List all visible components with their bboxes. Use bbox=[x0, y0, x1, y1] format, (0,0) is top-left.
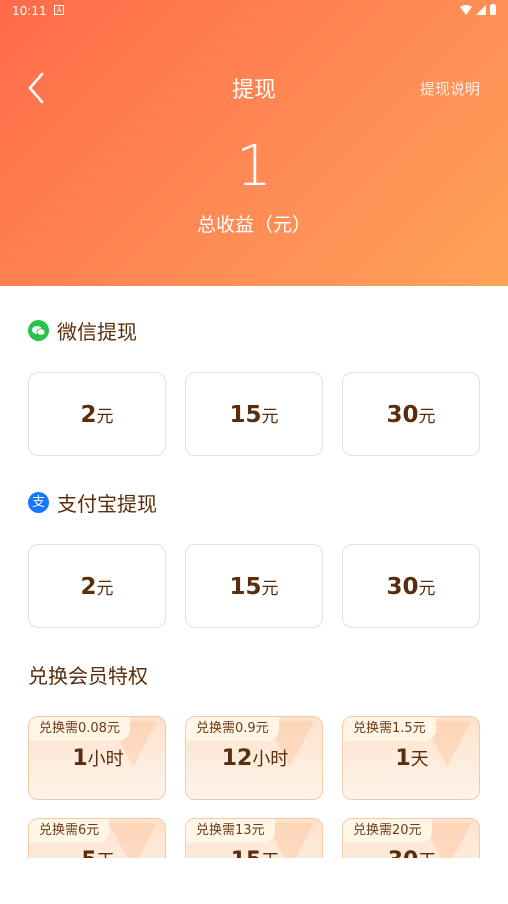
alipay-option-2[interactable]: 15元 bbox=[185, 544, 323, 628]
wechat-option-2[interactable]: 15元 bbox=[185, 372, 323, 456]
unit: 元 bbox=[418, 579, 436, 599]
vip-card-6[interactable]: 兑换需20元 30天 bbox=[342, 818, 480, 858]
vip-duration: 12小时 bbox=[186, 745, 322, 771]
unit: 元 bbox=[96, 407, 114, 427]
vip-card-3[interactable]: 兑换需1.5元 1天 bbox=[342, 716, 480, 800]
vip-card-4[interactable]: 兑换需6元 5天 bbox=[28, 818, 166, 858]
page: 10:11 A 提现 提现说明 1 总收益（元） 微信提现 2元 15元 30元… bbox=[0, 0, 508, 858]
total-earnings-value: 1 bbox=[236, 134, 272, 199]
status-bar: 10:11 A bbox=[0, 0, 508, 22]
vip-price-tag: 兑换需0.9元 bbox=[186, 717, 279, 741]
duration-unit: 小时 bbox=[87, 749, 124, 770]
bottom-area bbox=[0, 858, 508, 904]
vip-duration: 5天 bbox=[29, 847, 165, 858]
notification-a-icon: A bbox=[54, 5, 64, 15]
vip-card-2[interactable]: 兑换需0.9元 12小时 bbox=[185, 716, 323, 800]
unit: 元 bbox=[261, 579, 279, 599]
vip-price-tag: 兑换需0.08元 bbox=[29, 717, 130, 741]
duration-number: 30 bbox=[388, 848, 419, 858]
help-link[interactable]: 提现说明 bbox=[420, 78, 480, 99]
unit: 元 bbox=[96, 579, 114, 599]
wechat-option-3[interactable]: 30元 bbox=[342, 372, 480, 456]
duration-number: 1 bbox=[395, 746, 411, 771]
header: 10:11 A 提现 提现说明 1 总收益（元） bbox=[0, 0, 508, 286]
wechat-option-1[interactable]: 2元 bbox=[28, 372, 166, 456]
vip-price-tag: 兑换需20元 bbox=[343, 819, 432, 843]
vip-duration: 15天 bbox=[186, 847, 322, 858]
battery-icon bbox=[490, 4, 496, 18]
duration-number: 1 bbox=[72, 746, 88, 771]
vip-duration: 30天 bbox=[343, 847, 479, 858]
wechat-icon bbox=[28, 320, 49, 341]
amount: 15 bbox=[229, 402, 262, 428]
vip-price-tag: 兑换需13元 bbox=[186, 819, 275, 843]
amount: 30 bbox=[386, 402, 419, 428]
amount: 15 bbox=[229, 574, 262, 600]
duration-unit: 天 bbox=[410, 749, 429, 770]
signal-icon bbox=[476, 4, 486, 18]
vip-duration: 1小时 bbox=[29, 745, 165, 771]
alipay-section-title: 支 支付宝提现 bbox=[28, 488, 157, 517]
unit: 元 bbox=[261, 407, 279, 427]
vip-price-tag: 兑换需1.5元 bbox=[343, 717, 436, 741]
duration-unit: 天 bbox=[418, 851, 436, 858]
amount: 30 bbox=[386, 574, 419, 600]
alipay-section-label: 支付宝提现 bbox=[57, 492, 157, 516]
duration-unit: 天 bbox=[261, 851, 279, 858]
vip-price-tag: 兑换需6元 bbox=[29, 819, 110, 843]
alipay-option-3[interactable]: 30元 bbox=[342, 544, 480, 628]
vip-card-5[interactable]: 兑换需13元 15天 bbox=[185, 818, 323, 858]
unit: 元 bbox=[418, 407, 436, 427]
wifi-icon bbox=[460, 4, 472, 18]
wechat-section-label: 微信提现 bbox=[57, 320, 137, 344]
vip-card-1[interactable]: 兑换需0.08元 1小时 bbox=[28, 716, 166, 800]
duration-number: 12 bbox=[221, 746, 253, 771]
amount: 2 bbox=[80, 574, 97, 600]
total-earnings-label: 总收益（元） bbox=[196, 214, 311, 236]
status-time: 10:11 bbox=[12, 4, 47, 18]
duration-number: 15 bbox=[231, 848, 262, 858]
amount: 2 bbox=[80, 402, 97, 428]
alipay-option-1[interactable]: 2元 bbox=[28, 544, 166, 628]
alipay-icon: 支 bbox=[28, 492, 49, 513]
vip-section-title: 兑换会员特权 bbox=[28, 664, 148, 688]
duration-unit: 天 bbox=[97, 851, 115, 858]
status-icons bbox=[460, 4, 496, 18]
wechat-section-title: 微信提现 bbox=[28, 316, 137, 345]
duration-unit: 小时 bbox=[252, 749, 289, 770]
duration-number: 5 bbox=[81, 848, 96, 858]
vip-duration: 1天 bbox=[343, 745, 479, 771]
